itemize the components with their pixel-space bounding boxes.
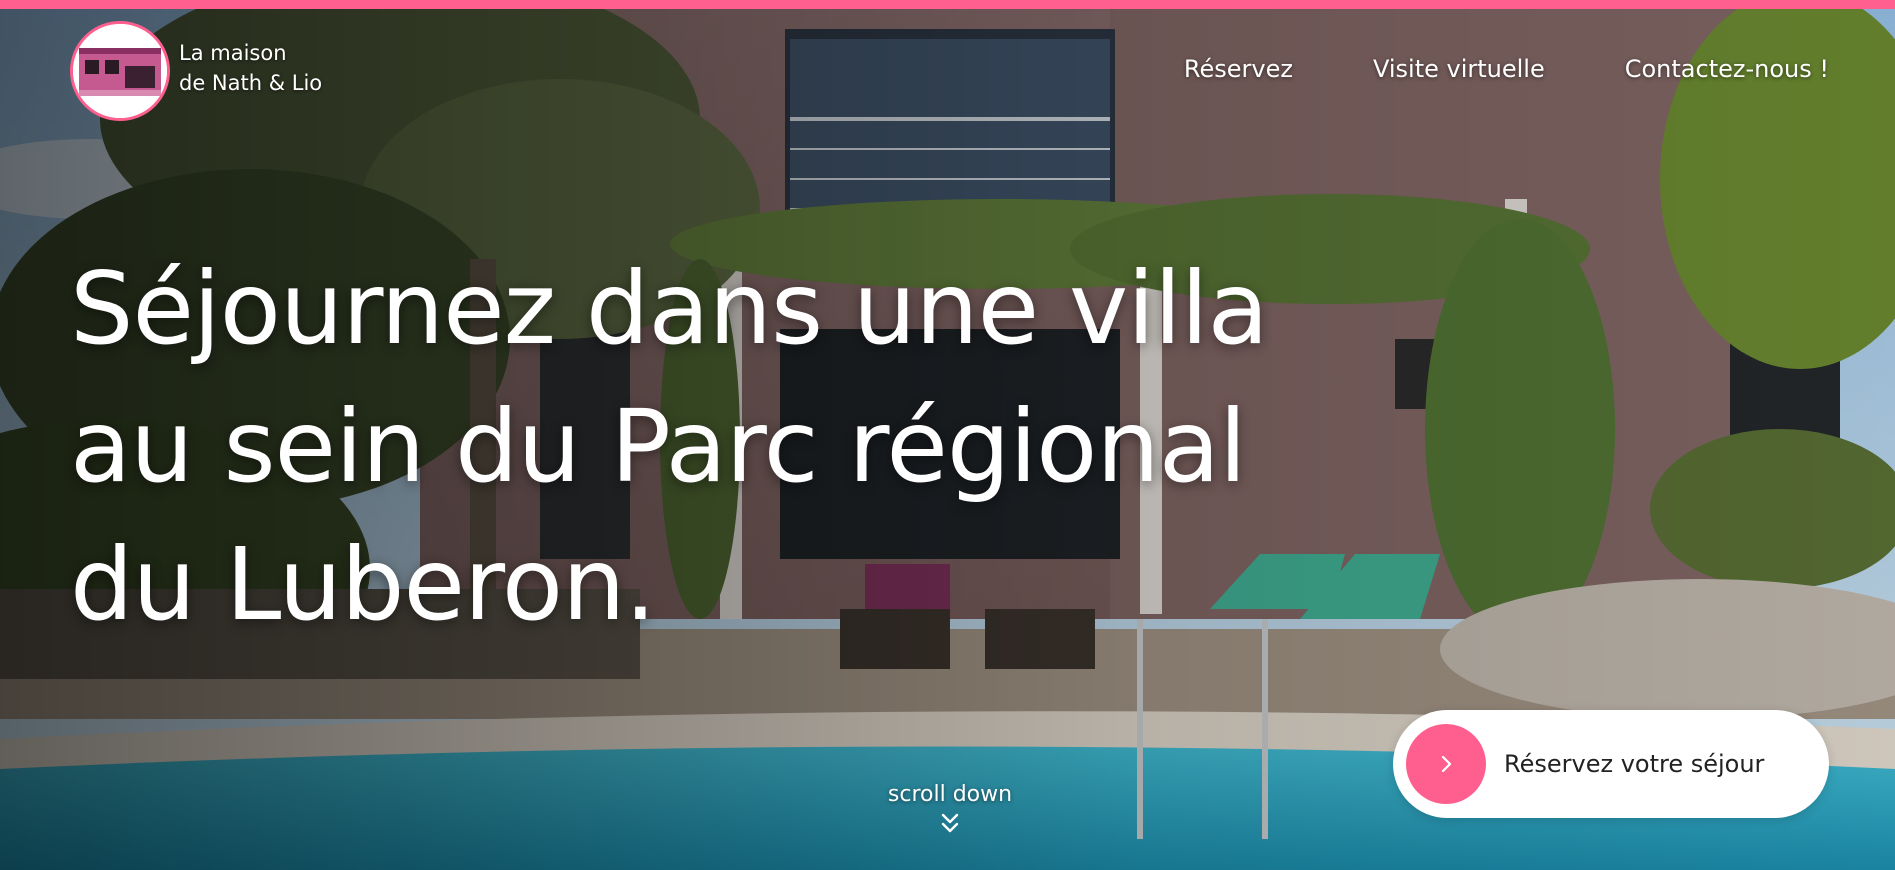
cta-icon-circle (1406, 724, 1486, 804)
nav-link-contact[interactable]: Contactez-nous ! (1625, 55, 1829, 83)
headline-line-3: du Luberon. (70, 526, 656, 643)
brand-line-1: La maison (179, 41, 287, 65)
headline-line-1: Séjournez dans une villa (70, 250, 1269, 367)
nav-link-reservez[interactable]: Réservez (1184, 55, 1293, 83)
double-chevron-down-icon (941, 813, 959, 833)
chevron-right-icon (1441, 755, 1452, 773)
main-nav: Réservez Visite virtuelle Contactez-nous… (1184, 55, 1829, 83)
headline-line-2: au sein du Parc régional (70, 388, 1247, 505)
book-stay-button[interactable]: Réservez votre séjour (1393, 710, 1829, 818)
nav-link-visite-virtuelle[interactable]: Visite virtuelle (1373, 55, 1545, 83)
house-logo-icon (73, 24, 167, 118)
hero-headline: Séjournez dans une villa au sein du Parc… (70, 240, 1320, 654)
scroll-down-link[interactable]: scroll down (882, 782, 1018, 835)
brand-line-2: de Nath & Lio (179, 71, 323, 95)
top-accent-bar (0, 0, 1895, 9)
book-stay-label: Réservez votre séjour (1504, 750, 1765, 778)
site-logo[interactable] (70, 21, 170, 121)
scroll-down-label: scroll down (887, 782, 1013, 807)
brand-name[interactable]: La maison de Nath & Lio (179, 38, 322, 98)
